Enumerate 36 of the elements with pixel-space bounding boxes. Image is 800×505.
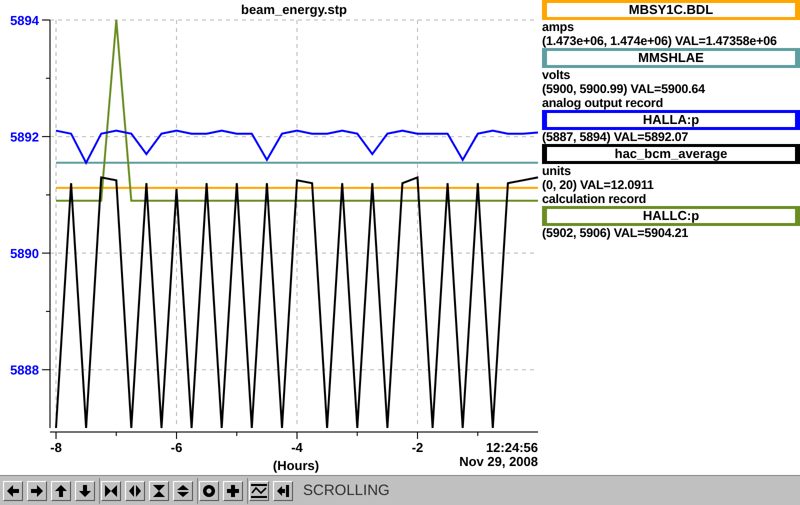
zoom-in-vertical-icon[interactable] — [149, 480, 169, 500]
legend-text: (5887, 5894) VAL=5892.07 — [542, 130, 690, 144]
x-tick-label: -4 — [291, 440, 303, 455]
y-tick-label: 5894 — [10, 13, 39, 28]
legend-text: analog output record — [542, 96, 664, 110]
x-axis-label: (Hours) — [272, 458, 320, 473]
legend-name[interactable]: HALLA:p — [542, 110, 800, 130]
legend-text: calculation record — [542, 192, 648, 206]
legend-text: (5900, 5900.99) VAL=5900.64 — [542, 82, 706, 96]
reset-icon[interactable] — [199, 480, 219, 500]
legend-text: (1.473e+06, 1.474e+06) VAL=1.47358e+06 — [542, 34, 778, 48]
legend-text: units — [542, 164, 572, 178]
graph-icon[interactable] — [249, 480, 269, 500]
legend-name[interactable]: hac_bcm_average — [542, 144, 800, 164]
zoom-out-horizontal-icon[interactable] — [125, 480, 145, 500]
y-tick-label: 5888 — [10, 362, 39, 378]
legend-text: (0, 20) VAL=12.0911 — [542, 178, 655, 192]
plus-icon[interactable] — [223, 480, 243, 500]
x-tick-label: -2 — [412, 440, 424, 455]
timestamp: Nov 29, 2008 — [459, 454, 538, 469]
legend-text: (5902, 5906) VAL=5904.21 — [542, 226, 690, 240]
y-tick-label: 5892 — [10, 130, 39, 145]
legend-name[interactable]: HALLC:p — [542, 206, 800, 226]
status-label: SCROLLING — [303, 482, 390, 499]
timestamp: 12:24:56 — [486, 440, 538, 455]
x-tick-label: -6 — [170, 440, 182, 455]
legend-text: volts — [542, 68, 572, 82]
legend-name[interactable]: MMSHLAE — [542, 48, 800, 68]
zoom-in-horizontal-icon[interactable] — [101, 480, 121, 500]
scroll-back-icon[interactable] — [273, 480, 293, 500]
legend-text: amps — [542, 20, 575, 34]
y-tick-label: 5890 — [10, 246, 39, 262]
x-tick-label: -8 — [50, 440, 62, 455]
legend-name[interactable]: MBSY1C.BDL — [542, 0, 800, 20]
zoom-out-vertical-icon[interactable] — [173, 480, 193, 500]
chart-title: beam_energy.stp — [241, 2, 347, 17]
